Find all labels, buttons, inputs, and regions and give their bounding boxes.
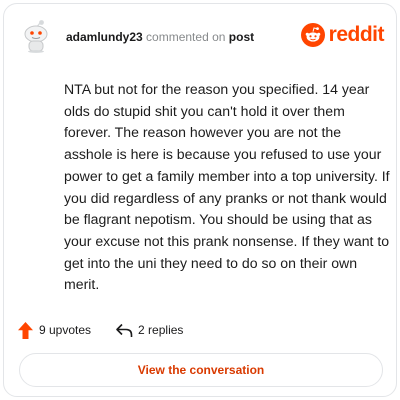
action-text: commented on: [146, 30, 226, 44]
snoo-avatar-icon[interactable]: [21, 19, 51, 53]
upvotes-stat[interactable]: 9 upvotes: [18, 321, 92, 339]
upvotes-count: 9 upvotes: [39, 323, 92, 337]
reddit-logo[interactable]: reddit: [300, 22, 385, 48]
view-conversation-button[interactable]: View the conversation: [19, 353, 383, 387]
comment-header: adamlundy23 commented on post reddit: [4, 4, 396, 64]
upvote-arrow-icon: [18, 321, 33, 339]
replies-count: 2 replies: [138, 323, 184, 337]
reply-arrow-icon: [116, 323, 133, 337]
reddit-alien-icon: [300, 23, 325, 47]
replies-stat[interactable]: 2 replies: [91, 323, 183, 338]
author-line: adamlundy23 commented on post: [66, 30, 254, 44]
post-link[interactable]: post: [229, 30, 254, 44]
comment-card: adamlundy23 commented on post reddit NTA…: [3, 3, 397, 397]
author-name[interactable]: adamlundy23: [66, 30, 143, 44]
brand-name: reddit: [328, 23, 385, 46]
comment-body: NTA but not for the reason you specified…: [64, 81, 390, 293]
comment-stats: 9 upvotes 2 replies: [18, 320, 183, 340]
